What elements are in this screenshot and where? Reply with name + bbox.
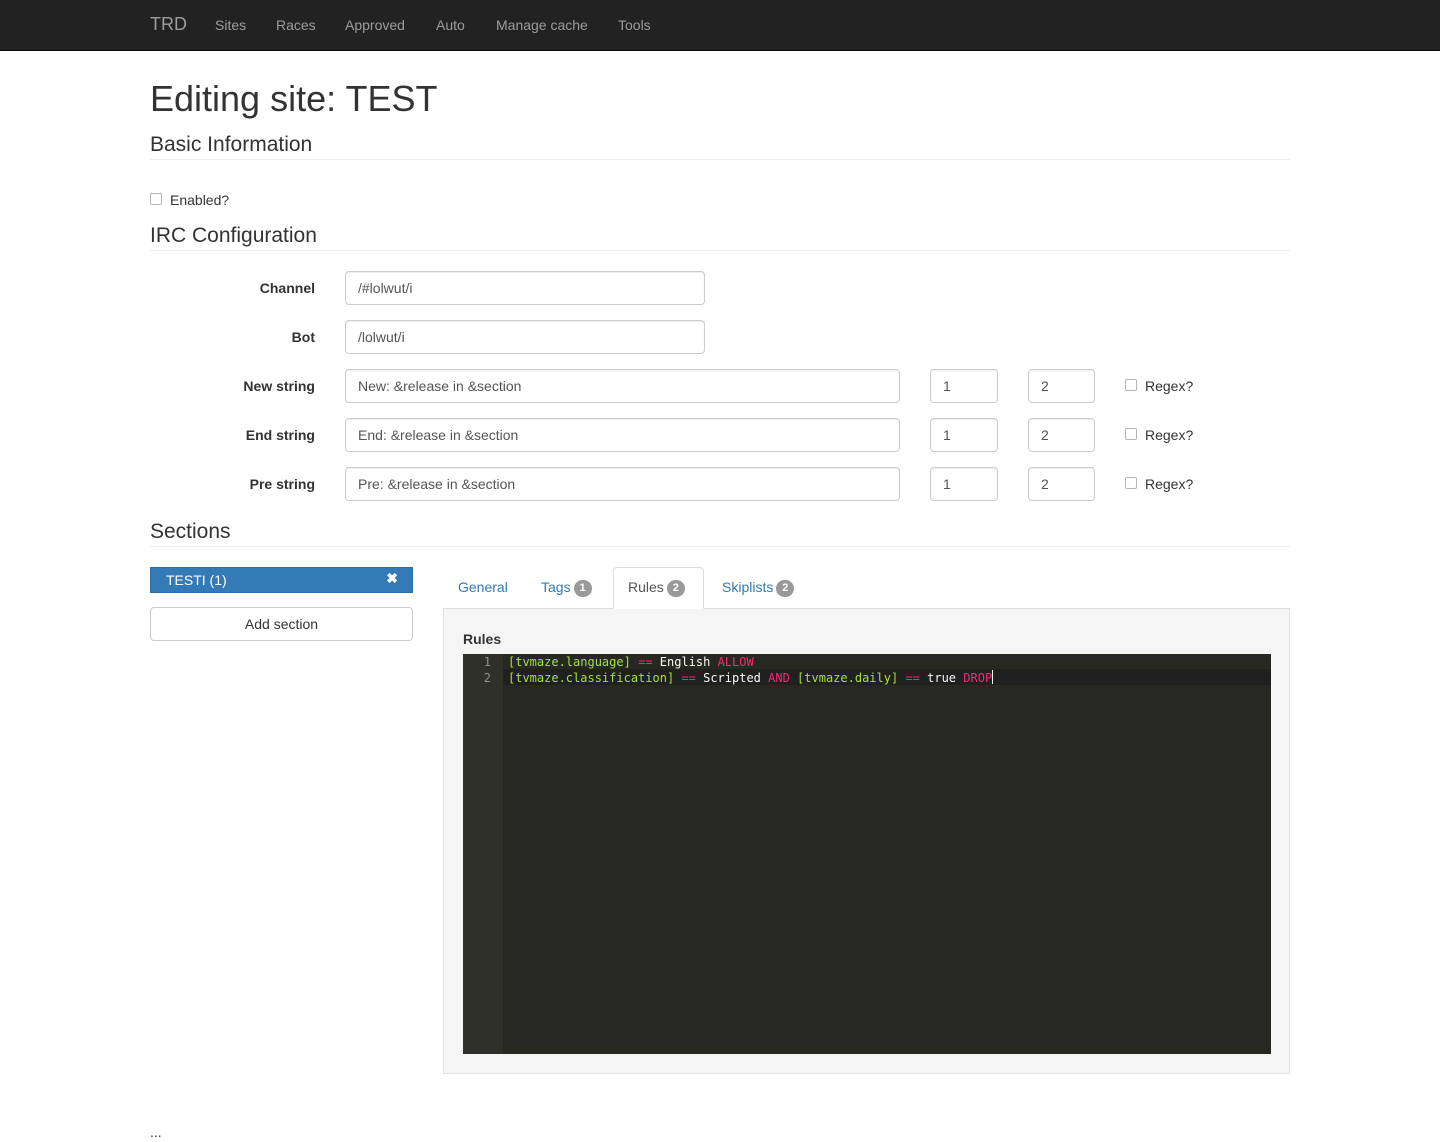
line-number: 2 <box>483 671 491 685</box>
tab-label: Rules <box>628 579 664 595</box>
basic-info-heading: Basic Information <box>150 133 313 156</box>
divider <box>150 159 1290 160</box>
count-badge: 2 <box>776 580 795 597</box>
divider <box>150 250 1290 251</box>
pre-string-regex-checkbox[interactable] <box>1125 477 1137 489</box>
footer-ellipsis: ... <box>150 1124 162 1140</box>
count-badge: 1 <box>573 580 592 597</box>
sections-heading: Sections <box>150 520 231 543</box>
end-string-input[interactable] <box>345 418 900 452</box>
code-token: == <box>681 671 696 685</box>
enabled-checkbox[interactable] <box>150 193 162 205</box>
code-token: DROP <box>963 671 993 685</box>
code-token: == <box>638 655 653 669</box>
regex-label: Regex? <box>1145 378 1194 394</box>
code-token: [tvmaze.classification] <box>508 671 675 685</box>
channel-label: Channel <box>259 280 315 296</box>
irc-config-heading: IRC Configuration <box>150 224 317 247</box>
bot-input[interactable] <box>345 320 705 354</box>
section-item-label: TESTI (1) <box>166 572 227 588</box>
new-string-input[interactable] <box>345 369 900 403</box>
regex-label: Regex? <box>1145 427 1194 443</box>
tab-tags[interactable]: Tags 1 <box>526 567 607 609</box>
bot-label: Bot <box>291 329 315 345</box>
code-token: ALLOW <box>717 655 754 669</box>
regex-label: Regex? <box>1145 476 1194 492</box>
tab-general[interactable]: General <box>443 567 523 609</box>
add-section-button[interactable]: Add section <box>150 607 413 641</box>
end-string-label: End string <box>245 427 315 443</box>
new-string-group-2-input[interactable] <box>1028 369 1095 403</box>
pre-string-input[interactable] <box>345 467 900 501</box>
close-icon[interactable]: ✖ <box>386 570 398 587</box>
pre-string-group-1-input[interactable] <box>930 467 998 501</box>
nav-tools[interactable]: Tools <box>618 17 651 33</box>
code-token: English <box>659 655 711 669</box>
count-badge: 2 <box>666 580 685 597</box>
nav-races[interactable]: Races <box>276 17 316 33</box>
pre-string-label: Pre string <box>249 476 315 492</box>
end-string-group-2-input[interactable] <box>1028 418 1095 452</box>
rules-code-editor[interactable]: 1 2 [tvmaze.language] == English ALLOW [… <box>463 654 1271 1054</box>
nav-auto[interactable]: Auto <box>436 17 465 33</box>
code-token: [tvmaze.daily] <box>797 671 899 685</box>
editor-gutter: 1 2 <box>463 654 503 1054</box>
nav-sites[interactable]: Sites <box>215 17 246 33</box>
rules-panel-title: Rules <box>463 631 502 647</box>
end-string-regex-checkbox[interactable] <box>1125 428 1137 440</box>
tab-label: General <box>458 579 508 595</box>
nav-manage-cache[interactable]: Manage cache <box>496 17 588 33</box>
channel-input[interactable] <box>345 271 705 305</box>
code-line: [tvmaze.language] == English ALLOW <box>508 654 754 670</box>
code-token: Scripted <box>703 671 761 685</box>
line-number: 1 <box>483 655 491 669</box>
nav-approved[interactable]: Approved <box>345 17 405 33</box>
tab-label: Tags <box>541 579 571 595</box>
enabled-label: Enabled? <box>170 192 230 208</box>
code-token: true <box>927 671 957 685</box>
new-string-regex-checkbox[interactable] <box>1125 379 1137 391</box>
tab-label: Skiplists <box>722 579 774 595</box>
rules-tab-panel: Rules 1 2 [tvmaze.language] == English A… <box>443 609 1290 1074</box>
new-string-group-1-input[interactable] <box>930 369 998 403</box>
pre-string-group-2-input[interactable] <box>1028 467 1095 501</box>
code-token: [tvmaze.language] <box>508 655 631 669</box>
section-list-item[interactable]: TESTI (1) ✖ <box>150 567 413 593</box>
end-string-group-1-input[interactable] <box>930 418 998 452</box>
text-cursor <box>992 670 994 684</box>
top-navbar: TRD Sites Races Approved Auto Manage cac… <box>0 0 1440 51</box>
tab-skiplists[interactable]: Skiplists 2 <box>707 567 809 609</box>
code-token: AND <box>768 671 790 685</box>
divider <box>150 546 1290 547</box>
code-token: == <box>905 671 920 685</box>
tab-rules[interactable]: Rules 2 <box>613 567 704 609</box>
brand-link[interactable]: TRD <box>150 14 187 35</box>
page-title: Editing site: TEST <box>150 78 438 119</box>
code-line: [tvmaze.classification] == Scripted AND … <box>508 670 994 686</box>
new-string-label: New string <box>243 378 315 394</box>
